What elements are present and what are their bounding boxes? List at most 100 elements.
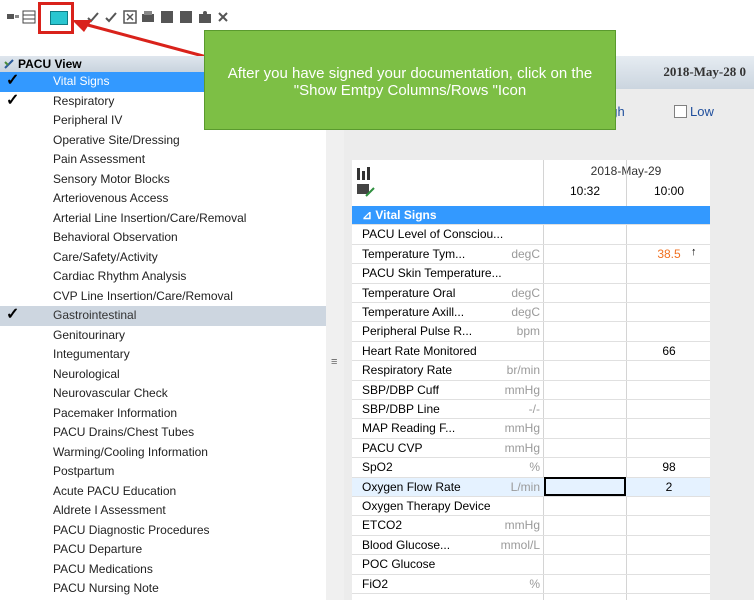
sidebar-item[interactable]: Aldrete I Assessment <box>0 501 326 521</box>
row-label: SBP/DBP Cuff <box>362 382 439 397</box>
grid-row[interactable]: FiO2% <box>352 575 710 594</box>
sidebar-item-label: Peripheral IV <box>53 113 123 127</box>
row-unit: L/min <box>510 479 540 494</box>
date-banner-text: 2018-May-28 0 <box>663 64 746 79</box>
sidebar-item[interactable]: PACU Departure <box>0 540 326 560</box>
sidebar-item[interactable]: Pain Assessment <box>0 150 326 170</box>
row-label: SBP/DBP Line <box>362 402 440 416</box>
sidebar-item-label: Genitourinary <box>53 327 126 342</box>
row-label: MAP Reading F... <box>362 421 456 436</box>
sidebar-item[interactable]: Sensory Motor Blocks <box>0 170 326 190</box>
sidebar-item-label: Acute PACU Education <box>53 483 177 498</box>
sidebar-item[interactable]: Arteriovenous Access <box>0 189 326 209</box>
instruction-callout: After you have signed your documentation… <box>204 30 616 130</box>
grid-row[interactable]: POC Glucose <box>352 555 710 575</box>
row-label: Temperature Axill... <box>362 305 465 319</box>
sidebar-item[interactable]: Operative Site/Dressing <box>0 131 326 151</box>
view-icon <box>4 59 14 69</box>
grid-row[interactable]: PACU CVP mmHg <box>352 439 710 459</box>
grid-row[interactable]: Peripheral Pulse R... bpm <box>352 322 710 342</box>
sidebar-item-label: Postpartum <box>53 464 115 478</box>
cell-value[interactable]: 2 <box>644 480 694 494</box>
row-label: POC Glucose <box>362 557 436 572</box>
sidebar-item[interactable]: Warming/Cooling Information <box>0 443 326 463</box>
grid-row[interactable]: Temperature Oral degC <box>352 284 710 303</box>
grid-tools-icon[interactable] <box>356 166 376 202</box>
row-label: SpO2 <box>362 460 393 475</box>
row-unit: bpm <box>516 324 540 339</box>
sidebar-item-label: Arteriovenous Access <box>53 191 169 205</box>
grid-row[interactable]: PACU Level of Consciou... <box>352 225 710 245</box>
sidebar-item[interactable]: PACU Drains/Chest Tubes <box>0 423 326 443</box>
grid-row[interactable]: Heart Rate Monitored 66 <box>352 342 710 362</box>
sidebar-title: PACU View <box>18 57 82 71</box>
row-unit: degC <box>511 285 540 300</box>
sidebar-item[interactable]: Postpartum <box>0 462 326 482</box>
row-label: PACU Skin Temperature... <box>362 266 502 281</box>
row-label: PACU CVP <box>362 440 423 455</box>
grid-row[interactable]: Oxygen Therapy Device <box>352 497 710 517</box>
grid-row[interactable]: PACU Skin Temperature... <box>352 264 710 284</box>
row-unit: degC <box>511 246 540 261</box>
show-empty-columns-rows-icon[interactable] <box>50 11 68 25</box>
section-label: ⊿ Vital Signs <box>362 208 437 222</box>
grid-row[interactable]: ETCO2 mmHg <box>352 516 710 536</box>
grid-row[interactable]: Temperature Tym... degC 38.5 ↑ <box>352 245 710 265</box>
selected-cell[interactable] <box>544 476 626 496</box>
sidebar-item[interactable]: Care/Safety/Activity <box>0 248 326 268</box>
row-label: PACU Level of Consciou... <box>362 227 504 242</box>
sidebar: PACU View ✓ Vital Signs ✓ Respiratory Periph… <box>0 56 327 600</box>
row-unit: mmol/L <box>500 537 540 552</box>
sidebar-item-label: Behavioral Observation <box>53 230 178 244</box>
flowsheet-grid: 2018-May-29 10:32 10:00 ⊿ Vital Signs PAC… <box>352 160 710 600</box>
low-label: Low <box>690 104 714 119</box>
sidebar-item[interactable]: Neurovascular Check <box>0 384 326 404</box>
grid-row[interactable]: SBP/DBP Cuff mmHg <box>352 381 710 400</box>
sidebar-item[interactable]: PACU Diagnostic Procedures <box>0 521 326 541</box>
collapse-icon[interactable]: ⊿ <box>362 208 375 222</box>
row-unit: br/min <box>506 363 540 378</box>
low-checkbox[interactable] <box>674 105 687 118</box>
sidebar-item[interactable]: Neurological <box>0 365 326 385</box>
sidebar-item[interactable]: Arterial Line Insertion/Care/Removal <box>0 209 326 229</box>
cell-value[interactable]: 38.5 <box>644 247 694 261</box>
sidebar-item-label: Respiratory <box>53 93 115 108</box>
sidebar-item[interactable]: ✓ Gastrointestinal <box>0 306 326 326</box>
sidebar-item-label: Aldrete I Assessment <box>53 503 166 517</box>
time-col-1[interactable]: 10:32 <box>544 184 626 198</box>
sidebar-item[interactable]: CVP Line Insertion/Care/Removal <box>0 287 326 307</box>
cell-value[interactable]: 98 <box>644 460 694 474</box>
grid-row[interactable]: Respiratory Rate br/min <box>352 361 710 381</box>
time-col-2[interactable]: 10:00 <box>628 184 710 198</box>
sidebar-list: ✓ Vital Signs ✓ Respiratory Peripheral IV Ope… <box>0 72 326 599</box>
sidebar-item[interactable]: Genitourinary <box>0 326 326 346</box>
table-icon[interactable] <box>22 10 36 24</box>
sidebar-item[interactable]: PACU Nursing Note <box>0 579 326 599</box>
pane-splitter[interactable]: ≡ <box>326 56 345 600</box>
grid-view-icon[interactable] <box>6 10 20 24</box>
section-header[interactable]: ⊿ Vital Signs <box>352 206 710 226</box>
check-icon: ✓ <box>6 306 20 323</box>
cell-value[interactable]: 66 <box>644 344 694 358</box>
sidebar-item-label: Cardiac Rhythm Analysis <box>53 269 187 283</box>
sidebar-item[interactable]: PACU Medications <box>0 560 326 580</box>
sidebar-item[interactable]: Acute PACU Education <box>0 482 326 502</box>
sidebar-item[interactable]: Behavioral Observation <box>0 228 326 248</box>
row-unit: mmHg <box>504 518 540 533</box>
grid-row[interactable]: MAP Reading F... mmHg <box>352 419 710 439</box>
sidebar-item[interactable]: Integumentary <box>0 345 326 365</box>
sidebar-item-label: Gastrointestinal <box>53 308 137 322</box>
sidebar-item-label: Care/Safety/Activity <box>53 249 158 264</box>
splitter-grip-icon[interactable]: ≡ <box>331 356 337 368</box>
grid-row[interactable]: Blood Glucose... mmol/L <box>352 536 710 556</box>
sidebar-item[interactable]: Pacemaker Information <box>0 404 326 424</box>
sidebar-item-label: Vital Signs <box>53 74 110 88</box>
grid-row[interactable]: Oxygen Flow Rate L/min 2 <box>352 476 710 497</box>
sidebar-item-label: Operative Site/Dressing <box>53 132 180 147</box>
sidebar-item[interactable]: Cardiac Rhythm Analysis <box>0 267 326 287</box>
row-unit: mmHg <box>504 440 540 455</box>
grid-row[interactable]: SpO2% 98 <box>352 458 710 478</box>
grid-row[interactable]: SBP/DBP Line -/- <box>352 400 710 420</box>
check-icon: ✓ <box>6 72 20 89</box>
grid-row[interactable]: Temperature Axill... degC <box>352 303 710 323</box>
